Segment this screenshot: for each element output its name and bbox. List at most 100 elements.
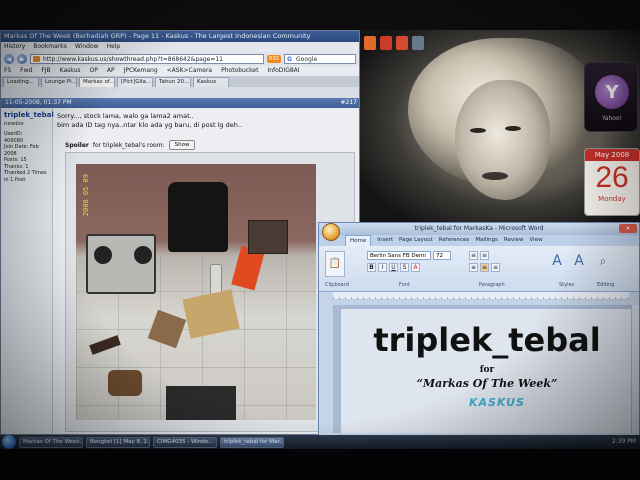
wallpaper-lips — [482, 172, 508, 180]
menu-window[interactable]: Window — [75, 42, 99, 52]
bookmarks-bar: FS Fwd FJB Kaskus OP AP JPCKemang <ASK>C… — [1, 66, 359, 76]
show-button[interactable]: Show — [168, 140, 196, 150]
tab-review[interactable]: Review — [504, 235, 524, 246]
browser-tabs: Loading... Lounge Pi... Markas of... [Pi… — [1, 76, 359, 87]
numbering-icon[interactable]: ≡ — [480, 251, 489, 260]
spoiler-text: for triplek_tebal's room: — [92, 141, 165, 149]
yahoo-label: Yahoo! — [601, 115, 623, 122]
taskbar: Markas Of The Week... Bengkel [1] May 8,… — [0, 435, 640, 449]
post-date: 11-05-2008, 01:37 PM — [5, 99, 72, 106]
taskbar-item-active[interactable]: triplek_tebal for Mar... — [220, 436, 284, 448]
forward-icon[interactable]: ▶ — [17, 54, 27, 64]
align-center-icon[interactable]: ≡ — [480, 263, 489, 272]
bookmark-item[interactable]: AP — [107, 66, 115, 76]
bookmark-item[interactable]: Fwd — [20, 66, 32, 76]
close-icon[interactable]: ✕ — [619, 224, 637, 233]
speaker-shape — [134, 246, 152, 264]
calendar-day: 26 — [595, 161, 629, 194]
strikethrough-icon[interactable]: S — [400, 263, 409, 272]
tab-insert[interactable]: Insert — [377, 235, 393, 246]
rss-icon[interactable]: RSS — [267, 55, 281, 63]
browser-tab[interactable]: Kaskus — [193, 77, 229, 87]
google-icon: G — [287, 56, 292, 63]
font-name-select[interactable]: Berlin Sans FB Demi — [367, 251, 431, 260]
firefox-icon[interactable] — [364, 36, 376, 50]
post-header: 11-05-2008, 01:37 PM #217 — [1, 98, 359, 108]
app-icon[interactable] — [396, 36, 408, 50]
spoiler-header: Spoiler for triplek_tebal's room: Show — [65, 140, 196, 150]
calendar-gadget[interactable]: May 2008 26 Monday — [584, 148, 640, 216]
photo-date-stamp: 2008 05 09 — [82, 174, 90, 217]
wallpaper-eye — [505, 126, 521, 131]
group-label: Styles — [559, 282, 575, 288]
bookmark-item[interactable]: OP — [90, 66, 98, 76]
font-color-icon[interactable]: A — [411, 263, 420, 272]
bookmark-item[interactable]: FS — [4, 66, 11, 76]
bookmark-item[interactable]: Kaskus — [60, 66, 81, 76]
site-favicon-icon — [33, 56, 40, 62]
browser-tab-active[interactable]: Markas of... — [79, 77, 115, 87]
start-button-icon[interactable] — [2, 435, 16, 449]
address-text: http://www.kaskus.us/showthread.php?t=86… — [43, 56, 224, 63]
group-label: Editing — [597, 282, 615, 288]
word-window[interactable]: triplek_tebal for MarkasKa - Microsoft W… — [318, 222, 640, 440]
editing-icon[interactable]: ⌕ — [593, 250, 613, 276]
italic-icon[interactable]: I — [378, 263, 387, 272]
box-shape — [248, 220, 288, 254]
device-shape — [86, 234, 156, 294]
pouch-shape — [108, 370, 142, 396]
tab-view[interactable]: View — [530, 235, 543, 246]
taskbar-item[interactable]: Markas Of The Week... — [19, 436, 83, 448]
bookmark-item[interactable]: <ASK>Camera — [167, 66, 212, 76]
change-styles-icon[interactable]: A — [569, 250, 589, 276]
laptop-shape — [166, 386, 236, 420]
bookmark-item[interactable]: InfoDIG8AI — [267, 66, 299, 76]
app-icon[interactable] — [380, 36, 392, 50]
post-number[interactable]: #217 — [341, 98, 357, 108]
search-input[interactable]: G Google — [284, 54, 356, 64]
tab-home[interactable]: Home — [345, 235, 372, 246]
tab-page-layout[interactable]: Page Layout — [399, 235, 433, 246]
taskbar-item[interactable]: Bengkel [1] May 8, 2... — [86, 436, 150, 448]
align-right-icon[interactable]: ≡ — [491, 263, 500, 272]
bullets-icon[interactable]: ≡ — [469, 251, 478, 260]
tab-references[interactable]: References — [439, 235, 470, 246]
app-icon[interactable] — [412, 36, 424, 50]
menu-bookmarks[interactable]: Bookmarks — [33, 42, 67, 52]
quick-styles-icon[interactable]: A — [547, 250, 567, 276]
menu-help[interactable]: Help — [107, 42, 121, 52]
yahoo-gadget[interactable]: Y Yahoo! — [584, 62, 638, 132]
word-title-bar: triplek_tebal for MarkasKa - Microsoft W… — [319, 223, 639, 235]
office-button-icon[interactable] — [322, 223, 340, 241]
browser-tab[interactable]: Tahun 20... — [155, 77, 191, 87]
calendar-month: May 2008 — [585, 149, 639, 161]
browser-tab[interactable]: Lounge Pi... — [41, 77, 77, 87]
browser-tab[interactable]: Loading... — [3, 77, 39, 87]
taskbar-item[interactable]: CIMG4035 - Windo... — [153, 436, 217, 448]
search-placeholder: Google — [296, 56, 318, 63]
bookmark-item[interactable]: Photobucket — [221, 66, 258, 76]
bold-icon[interactable]: B — [367, 263, 376, 272]
document-page[interactable]: triplek_tebal for “Markas Of The Week” K… — [341, 309, 633, 433]
align-left-icon[interactable]: ≡ — [469, 263, 478, 272]
tab-mailings[interactable]: Mailings — [475, 235, 498, 246]
font-size-select[interactable]: 72 — [433, 251, 451, 260]
username-link[interactable]: triplek_tebal — [4, 111, 54, 119]
address-bar[interactable]: http://www.kaskus.us/showthread.php?t=86… — [30, 54, 265, 64]
underline-icon[interactable]: U — [389, 263, 398, 272]
document-area[interactable]: triplek_tebal for “Markas Of The Week” K… — [333, 305, 633, 433]
ruler[interactable] — [333, 292, 629, 300]
menu-history[interactable]: History — [4, 42, 25, 52]
wallpaper-eye — [470, 128, 486, 133]
bookmark-item[interactable]: FJB — [41, 66, 50, 76]
vertical-scrollbar[interactable] — [631, 305, 639, 433]
back-icon[interactable]: ◀ — [4, 54, 14, 64]
paste-icon[interactable]: 📋 — [325, 251, 345, 277]
browser-tab[interactable]: [Pict]Gila... — [117, 77, 153, 87]
wallpaper-face — [455, 80, 550, 200]
document-heading: triplek_tebal — [373, 321, 601, 359]
group-label: Paragraph — [479, 282, 505, 288]
ribbon-tabs: Home Insert Page Layout References Maili… — [319, 235, 639, 246]
bookmark-item[interactable]: JPCKemang — [124, 66, 158, 76]
taskbar-clock[interactable]: 2:39 PM — [612, 435, 636, 449]
